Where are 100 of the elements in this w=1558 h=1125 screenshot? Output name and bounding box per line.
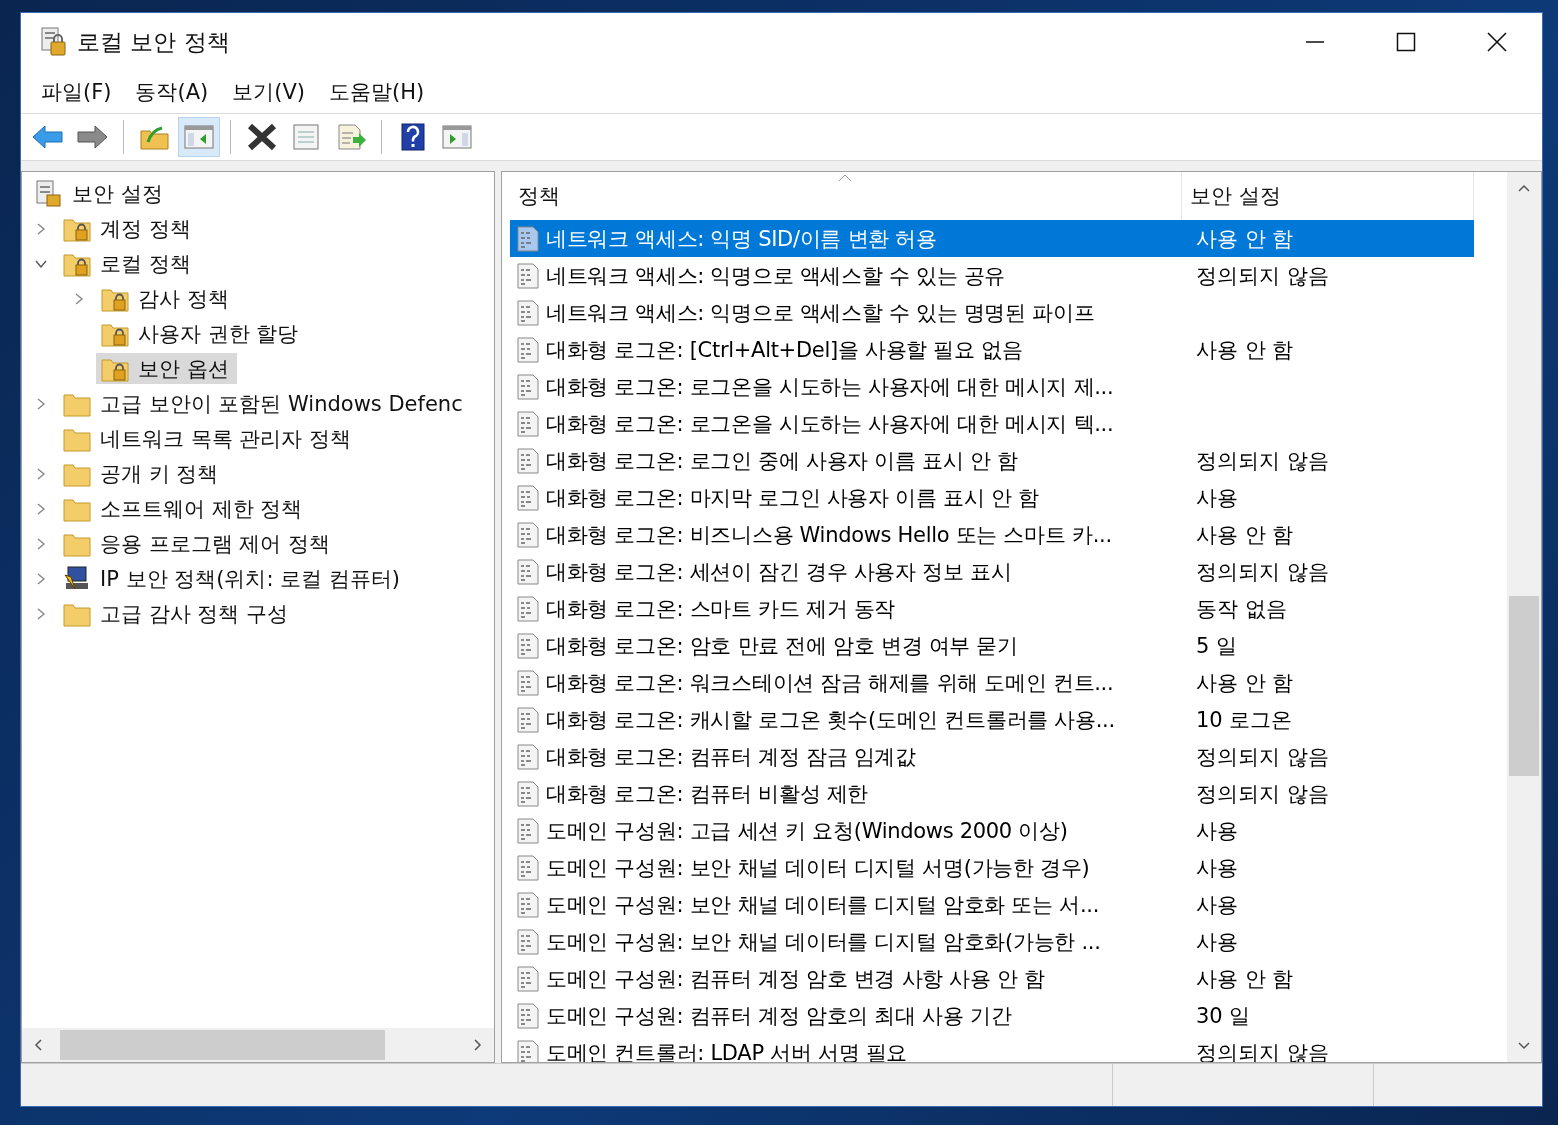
security-setting-value: 정의되지 않음 [1196,743,1329,771]
security-setting-value: 사용 [1196,854,1238,882]
horizontal-scrollbar[interactable] [22,1028,494,1062]
policy-name: 도메인 구성원: 보안 채널 데이터를 디지털 암호화(가능한 ... [546,928,1101,956]
minimize-icon [1304,41,1325,43]
policy-name: 대화형 로그온: 컴퓨터 비활성 제한 [546,780,869,808]
policy-row[interactable]: 도메인 구성원: 보안 채널 데이터를 디지털 암호화(가능한 ... 사용 [510,923,1474,960]
menu-item[interactable]: 도움말(H) [317,74,437,110]
security-setting-value: 정의되지 않음 [1196,262,1329,290]
tree-label: 고급 보안이 포함된 Windows Defenc [100,390,463,418]
tree-label: 보안 옵션 [138,355,229,383]
policy-binary-icon [516,632,540,659]
policy-name: 도메인 구성원: 컴퓨터 계정 암호 변경 사항 사용 안 함 [546,965,1045,993]
policy-name: 도메인 구성원: 컴퓨터 계정 암호의 최대 사용 기간 [546,1002,1012,1030]
security-setting-value: 사용 [1196,484,1238,512]
policy-name: 대화형 로그온: 캐시할 로그온 횟수(도메인 컨트롤러를 사용... [546,706,1115,734]
policy-name: 대화형 로그온: 로그인 중에 사용자 이름 표시 안 함 [546,447,1018,475]
policy-row[interactable]: 대화형 로그온: 비즈니스용 Windows Hello 또는 스마트 카... 사용 안 함 [510,516,1474,553]
tree-item[interactable]: 계정 정책 [58,213,199,244]
policy-name: 도메인 컨트롤러: LDAP 서버 서명 필요 [546,1039,908,1062]
policy-row[interactable]: 대화형 로그온: 워크스테이션 잠금 해제를 위해 도메인 컨트... 사용 안 함 [510,664,1474,701]
policy-name: 대화형 로그온: 마지막 로그인 사용자 이름 표시 안 함 [546,484,1039,512]
security-setting-value: 5 일 [1196,632,1238,660]
policy-row[interactable]: 대화형 로그온: [Ctrl+Alt+Del]을 사용할 필요 없음 사용 안 함 [510,331,1474,368]
policy-binary-icon [516,780,540,807]
policy-row[interactable]: 대화형 로그온: 로그인 중에 사용자 이름 표시 안 함 정의되지 않음 [510,442,1474,479]
security-setting-value: 사용 [1196,817,1238,845]
security-setting-value: 사용 [1196,928,1238,956]
show-tree-button[interactable] [178,117,220,157]
policy-row[interactable]: 대화형 로그온: 세션이 잠긴 경우 사용자 정보 표시 정의되지 않음 [510,553,1474,590]
policy-row[interactable]: 대화형 로그온: 암호 만료 전에 암호 변경 여부 묻기 5 일 [510,627,1474,664]
policy-binary-icon [516,965,540,992]
close-icon [1485,31,1508,53]
policy-row[interactable]: 대화형 로그온: 컴퓨터 비활성 제한 정의되지 않음 [510,775,1474,812]
tree-label: 소프트웨어 제한 정책 [100,495,303,523]
policy-row[interactable]: 대화형 로그온: 스마트 카드 제거 동작 동작 없음 [510,590,1474,627]
tree-item[interactable]: 공개 키 정책 [58,458,227,489]
window-title: 로컬 보안 정책 [77,27,230,57]
tree-item[interactable]: 고급 보안이 포함된 Windows Defenc [58,388,471,419]
policy-name: 네트워크 액세스: 익명 SID/이름 변환 허용 [546,225,937,253]
policy-name: 네트워크 액세스: 익명으로 액세스할 수 있는 공유 [546,262,1006,290]
policy-binary-icon [516,447,540,474]
policy-row[interactable]: 도메인 구성원: 컴퓨터 계정 암호 변경 사항 사용 안 함 사용 안 함 [510,960,1474,997]
menu-item[interactable]: 보기(V) [220,74,317,110]
vertical-scrollbar[interactable] [1507,172,1541,1062]
policy-binary-icon [516,484,540,511]
security-setting-value: 30 일 [1196,1002,1251,1030]
tree-item[interactable]: 응용 프로그램 제어 정책 [58,528,339,559]
tree-item[interactable]: 소프트웨어 제한 정책 [58,493,311,524]
policy-binary-icon [516,373,540,400]
sort-caret-icon [838,174,852,182]
policy-row[interactable]: 대화형 로그온: 로그온을 시도하는 사용자에 대한 메시지 텍... [510,405,1474,442]
policy-row[interactable]: 도메인 구성원: 보안 채널 데이터 디지털 서명(가능한 경우) 사용 [510,849,1474,886]
policy-row[interactable]: 대화형 로그온: 마지막 로그인 사용자 이름 표시 안 함 사용 [510,479,1474,516]
policy-document-icon [39,27,67,57]
policy-binary-icon [516,669,540,696]
security-setting-value: 정의되지 않음 [1196,558,1329,586]
menu-item[interactable]: 동작(A) [123,74,221,110]
scrollbar-thumb[interactable] [60,1030,385,1060]
tree-label: IP 보안 정책(위치: 로컬 컴퓨터) [100,565,401,593]
security-setting-value: 사용 [1196,891,1238,919]
tree-item[interactable]: 로컬 정책 [58,248,199,279]
policy-row[interactable]: 네트워크 액세스: 익명으로 액세스할 수 있는 명명된 파이프 [510,294,1474,331]
tree-label: 보안 설정 [72,180,163,208]
policy-binary-icon [516,743,540,770]
policy-row[interactable]: 대화형 로그온: 로그온을 시도하는 사용자에 대한 메시지 제... [510,368,1474,405]
tree-label: 로컬 정책 [100,250,191,278]
tree-item[interactable]: 보안 설정 [30,178,171,209]
security-setting-value: 동작 없음 [1196,595,1287,623]
security-setting-value: 정의되지 않음 [1196,780,1329,808]
policy-row[interactable]: 도메인 구성원: 고급 세션 키 요청(Windows 2000 이상) 사용 [510,812,1474,849]
policy-row[interactable]: 대화형 로그온: 컴퓨터 계정 잠금 임계값 정의되지 않음 [510,738,1474,775]
policy-row[interactable]: 대화형 로그온: 캐시할 로그온 횟수(도메인 컨트롤러를 사용... 10 로그온 [510,701,1474,738]
tree-label: 계정 정책 [100,215,191,243]
policy-name: 대화형 로그온: 세션이 잠긴 경우 사용자 정보 표시 [546,558,1012,586]
policy-binary-icon [516,336,540,363]
policy-binary-icon [516,595,540,622]
tree-label: 감사 정책 [138,285,229,313]
security-setting-value: 정의되지 않음 [1196,447,1329,475]
tree-item[interactable]: 사용자 권한 할당 [96,318,307,349]
tree-item[interactable]: 감사 정책 [96,283,237,314]
policy-binary-icon [516,854,540,881]
scrollbar-thumb[interactable] [1509,596,1539,776]
security-setting-value: 10 로그온 [1196,706,1293,734]
policy-row[interactable]: 도메인 구성원: 컴퓨터 계정 암호의 최대 사용 기간 30 일 [510,997,1474,1034]
maximize-icon [1395,32,1416,52]
tree-label: 네트워크 목록 관리자 정책 [100,425,352,453]
policy-row[interactable]: 네트워크 액세스: 익명으로 액세스할 수 있는 공유 정의되지 않음 [510,257,1474,294]
policy-binary-icon [516,558,540,585]
policy-binary-icon [516,706,540,733]
policy-binary-icon [516,1002,540,1029]
tree-item[interactable]: 보안 옵션 [96,353,237,384]
policy-row[interactable]: 네트워크 액세스: 익명 SID/이름 변환 허용 사용 안 함 [510,220,1474,257]
menu-item[interactable]: 파일(F) [29,74,124,110]
policy-row[interactable]: 도메인 구성원: 보안 채널 데이터를 디지털 암호화 또는 서... 사용 [510,886,1474,923]
tree-item[interactable]: 네트워크 목록 관리자 정책 [58,423,360,454]
policy-name: 대화형 로그온: 로그온을 시도하는 사용자에 대한 메시지 제... [546,373,1114,401]
policy-name: 대화형 로그온: 로그온을 시도하는 사용자에 대한 메시지 텍... [546,410,1114,438]
tree-item[interactable]: IP 보안 정책(위치: 로컬 컴퓨터) [58,563,409,594]
tree-item[interactable]: 고급 감사 정책 구성 [58,598,297,629]
